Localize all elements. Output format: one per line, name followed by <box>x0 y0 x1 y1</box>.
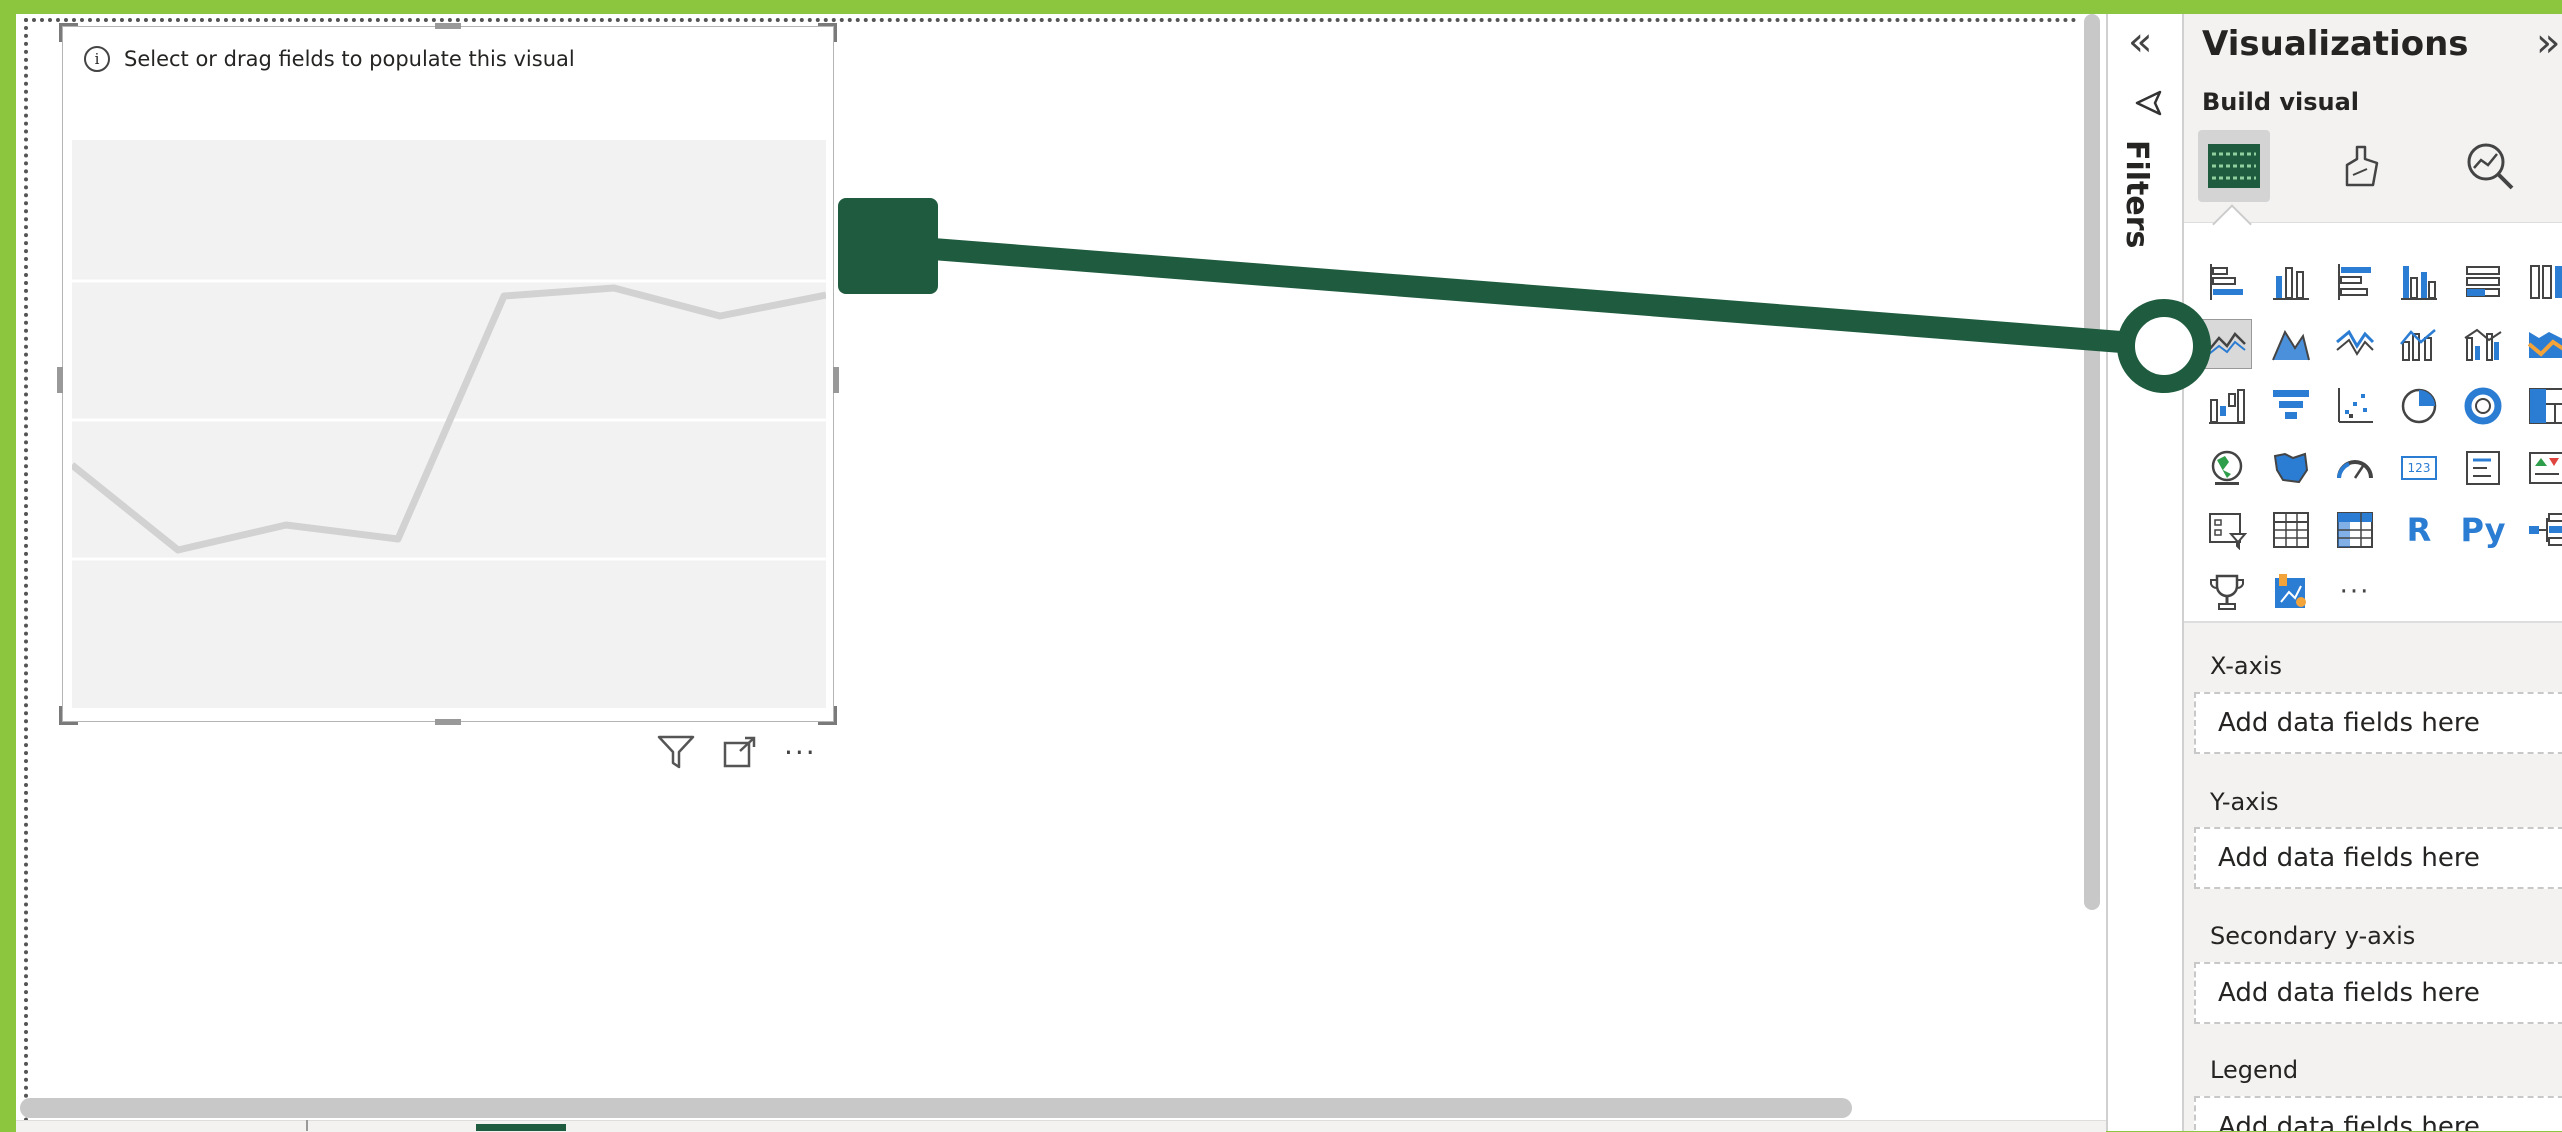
legend-drop-zone[interactable]: Add data fields here <box>2194 1096 2562 1131</box>
stacked-area-chart-icon[interactable] <box>2330 319 2380 369</box>
page-tabs-bar <box>16 1120 2106 1132</box>
resize-handle-right[interactable] <box>833 367 839 393</box>
more-visuals-icon[interactable]: ··· <box>2330 567 2380 617</box>
build-visual-tab[interactable] <box>2198 130 2270 202</box>
resize-handle-top[interactable] <box>435 23 461 29</box>
focus-mode-icon[interactable] <box>722 735 758 769</box>
canvas-horizontal-scrollbar[interactable] <box>20 1098 1852 1118</box>
y-axis-drop-zone[interactable]: Add data fields here <box>2194 827 2562 889</box>
empty-visual-message: Select or drag fields to populate this v… <box>124 47 575 71</box>
treemap-icon[interactable] <box>2522 381 2562 431</box>
x-axis-drop-zone[interactable]: Add data fields here <box>2194 692 2562 754</box>
gauge-icon[interactable] <box>2330 443 2380 493</box>
resize-corner-bottom-left[interactable] <box>59 706 78 725</box>
python-visual-icon[interactable]: Py <box>2458 505 2508 555</box>
page-tab-separator <box>306 1120 308 1131</box>
filled-map-icon[interactable] <box>2266 443 2316 493</box>
100-stacked-bar-chart-icon[interactable] <box>2458 257 2508 307</box>
line-and-clustered-column-chart-icon[interactable] <box>2458 319 2508 369</box>
filters-collapse-icon[interactable]: « <box>2128 22 2152 62</box>
info-icon: i <box>84 46 110 72</box>
paintbrush-icon <box>2345 145 2379 187</box>
slicer-icon[interactable] <box>2202 505 2252 555</box>
analytics-tab[interactable] <box>2454 130 2526 202</box>
visualizations-pane: Visualizations » Build visual 123 R Py ·… <box>2182 14 2562 1131</box>
filter-pane-icon[interactable] <box>2133 88 2163 118</box>
python-visual-label: Py <box>2460 511 2506 549</box>
kpi-icon[interactable] <box>2522 443 2562 493</box>
r-visual-label: R <box>2406 511 2432 549</box>
visualization-gallery: 123 R Py ··· <box>2184 222 2562 623</box>
ribbon-chart-icon[interactable] <box>2522 319 2562 369</box>
visual-mode-tabs <box>2198 130 2526 202</box>
more-visuals-glyph: ··· <box>2339 577 2371 607</box>
matrix-icon[interactable] <box>2330 505 2380 555</box>
clustered-bar-chart-icon[interactable] <box>2330 257 2380 307</box>
donut-chart-icon[interactable] <box>2458 381 2508 431</box>
resize-handle-left[interactable] <box>57 367 63 393</box>
resize-corner-top-left[interactable] <box>59 23 78 42</box>
secondary-y-axis-label: Secondary y-axis <box>2210 922 2416 950</box>
qa-visual-icon[interactable] <box>2266 567 2316 617</box>
resize-handle-bottom[interactable] <box>435 719 461 725</box>
active-page-tab[interactable] <box>476 1124 566 1131</box>
funnel-chart-icon[interactable] <box>2266 381 2316 431</box>
decomposition-tree-icon[interactable] <box>2522 505 2562 555</box>
filter-icon[interactable] <box>656 734 696 770</box>
waterfall-chart-icon[interactable] <box>2202 381 2252 431</box>
card-icon[interactable]: 123 <box>2394 443 2444 493</box>
placeholder-line-chart <box>72 140 826 708</box>
secondary-y-axis-drop-zone[interactable]: Add data fields here <box>2194 962 2562 1024</box>
r-script-visual-icon[interactable]: R <box>2394 505 2444 555</box>
area-chart-icon[interactable] <box>2266 319 2316 369</box>
resize-corner-top-right[interactable] <box>818 23 837 42</box>
x-axis-label: X-axis <box>2210 652 2282 680</box>
more-options-icon[interactable]: ··· <box>784 736 817 769</box>
build-visual-label: Build visual <box>2202 88 2360 116</box>
resize-corner-bottom-right[interactable] <box>818 706 837 725</box>
line-and-stacked-column-chart-icon[interactable] <box>2394 319 2444 369</box>
100-stacked-column-chart-icon[interactable] <box>2522 257 2562 307</box>
analytics-magnifier-icon <box>2467 143 2514 190</box>
line-chart-icon[interactable] <box>2202 319 2252 369</box>
visual-header: ··· <box>656 734 817 770</box>
visualizations-title: Visualizations <box>2202 24 2469 64</box>
stacked-column-chart-icon[interactable] <box>2266 257 2316 307</box>
clustered-column-chart-icon[interactable] <box>2394 257 2444 307</box>
filters-pane-label[interactable]: Filters <box>2119 140 2154 248</box>
table-icon[interactable] <box>2266 505 2316 555</box>
multi-row-card-icon[interactable] <box>2458 443 2508 493</box>
y-axis-label: Y-axis <box>2210 788 2279 816</box>
key-influencers-icon[interactable] <box>2202 567 2252 617</box>
format-visual-tab[interactable] <box>2326 130 2398 202</box>
build-visual-icon <box>2208 144 2260 188</box>
empty-visual-hint: i Select or drag fields to populate this… <box>84 46 575 72</box>
scatter-chart-icon[interactable] <box>2330 381 2380 431</box>
legend-label: Legend <box>2210 1056 2299 1084</box>
map-icon[interactable] <box>2202 443 2252 493</box>
pie-chart-icon[interactable] <box>2394 381 2444 431</box>
canvas-vertical-scrollbar[interactable] <box>2084 14 2100 910</box>
collapse-pane-icon[interactable]: » <box>2536 20 2560 66</box>
stacked-bar-chart-icon[interactable] <box>2202 257 2252 307</box>
card-icon-label: 123 <box>2407 461 2431 475</box>
